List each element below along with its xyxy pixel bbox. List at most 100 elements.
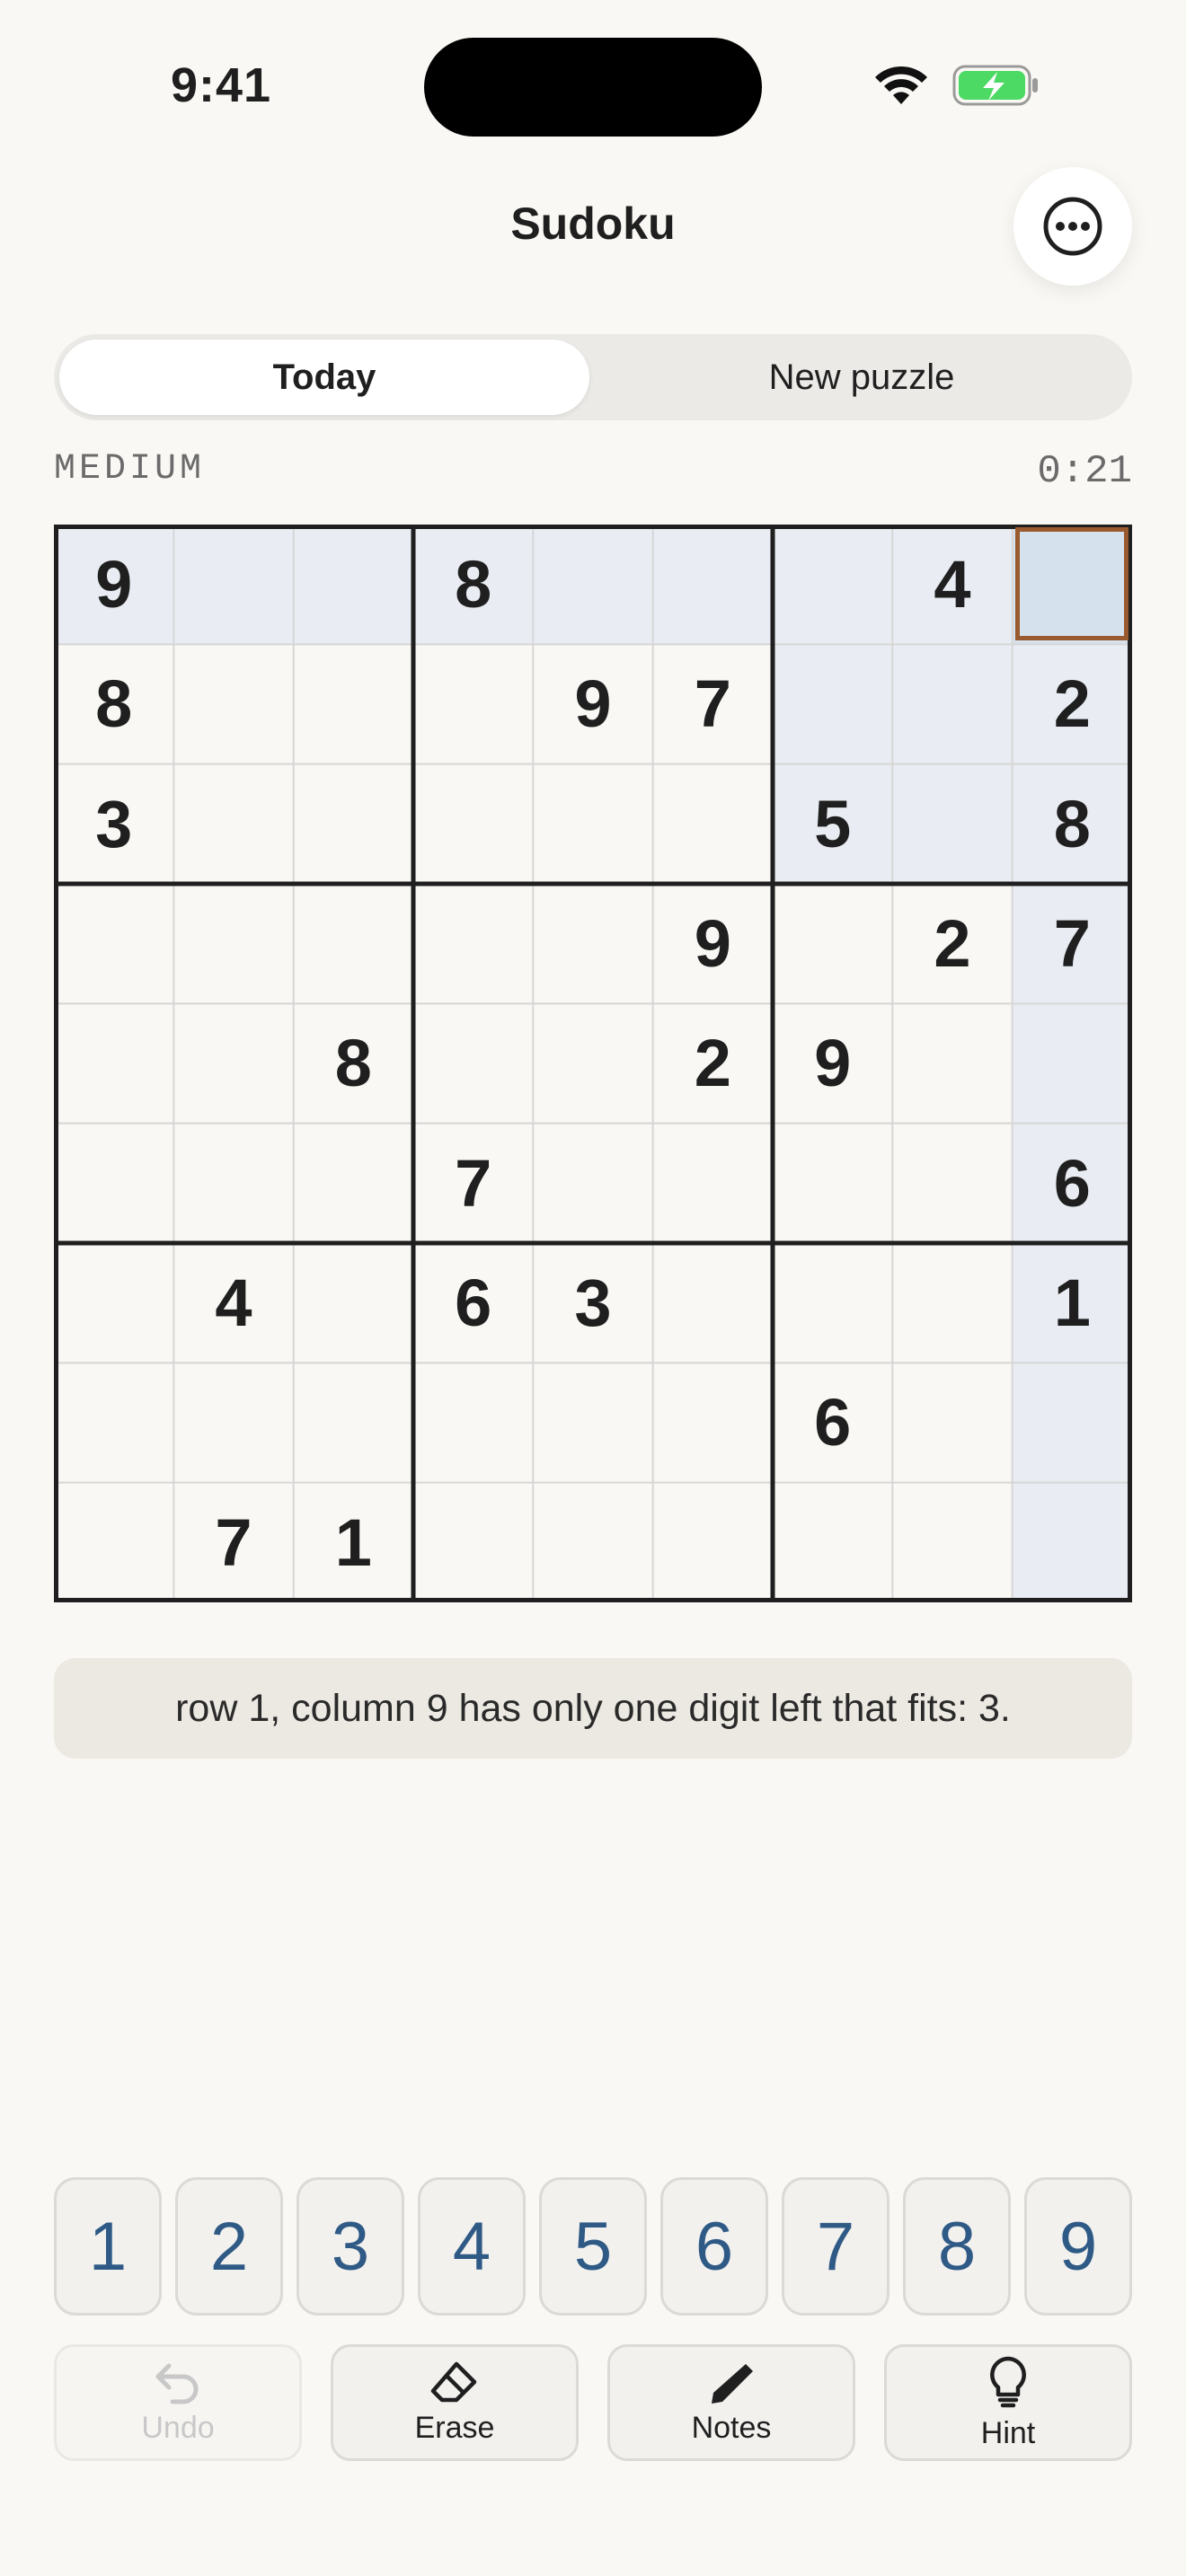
board-cell-r5c9[interactable] [1012, 1003, 1132, 1124]
hint-button[interactable]: Hint [884, 2344, 1132, 2461]
board-cell-r6c4[interactable]: 7 [413, 1124, 533, 1243]
board-cell-r7c8[interactable] [892, 1243, 1012, 1363]
board-cell-r7c2[interactable]: 4 [173, 1243, 293, 1363]
board-cell-r9c9[interactable] [1012, 1482, 1132, 1602]
board-cell-r7c4[interactable]: 6 [413, 1243, 533, 1363]
board-cell-r5c1[interactable] [54, 1003, 173, 1123]
board-cell-r5c6[interactable]: 2 [653, 1003, 773, 1123]
board-cell-r6c9[interactable]: 6 [1012, 1123, 1132, 1243]
numpad-button-7[interactable]: 7 [782, 2177, 890, 2316]
board-cell-r5c5[interactable] [533, 1003, 652, 1123]
board-cell-r8c8[interactable] [892, 1363, 1012, 1482]
board-cell-r4c9[interactable]: 7 [1012, 884, 1132, 1004]
board-cell-r6c5[interactable] [533, 1124, 652, 1243]
board-cell-r8c1[interactable] [54, 1363, 173, 1482]
board-cell-r2c1[interactable]: 8 [54, 644, 173, 763]
board-cell-r4c1[interactable] [54, 884, 173, 1003]
board-cell-r9c3[interactable]: 1 [294, 1483, 413, 1602]
board-cell-r5c2[interactable] [173, 1003, 293, 1123]
lightbulb-icon [990, 2356, 1026, 2407]
numpad-button-2[interactable]: 2 [175, 2177, 283, 2316]
tab-today[interactable]: Today [59, 340, 589, 415]
board-cell-r1c5[interactable] [533, 525, 653, 645]
board-cell-r4c6[interactable]: 9 [653, 884, 773, 1003]
board-cell-r7c6[interactable] [653, 1243, 773, 1363]
notes-button[interactable]: Notes [607, 2344, 855, 2461]
board-cell-r8c7[interactable]: 6 [773, 1363, 892, 1482]
board-cell-r3c7[interactable]: 5 [773, 763, 893, 884]
board-cell-r1c7[interactable] [773, 525, 893, 645]
board-cell-r1c4[interactable]: 8 [413, 525, 534, 645]
board-cell-r5c7[interactable]: 9 [773, 1003, 892, 1123]
board-cell-r9c6[interactable] [653, 1483, 773, 1602]
board-cell-r1c1[interactable]: 9 [54, 525, 174, 645]
board-cell-r3c3[interactable] [294, 764, 413, 884]
numpad-button-3[interactable]: 3 [296, 2177, 404, 2316]
board-cell-r2c6[interactable]: 7 [653, 644, 773, 763]
board-cell-r2c9[interactable]: 2 [1012, 644, 1132, 764]
board-cell-r5c4[interactable] [413, 1003, 533, 1123]
board-cell-r8c4[interactable] [413, 1363, 533, 1482]
board-cell-r1c9[interactable] [1012, 525, 1132, 645]
board-cell-r3c9[interactable]: 8 [1012, 763, 1132, 884]
board-cell-r2c3[interactable] [294, 644, 413, 763]
numpad-button-9[interactable]: 9 [1024, 2177, 1132, 2316]
board-cell-r1c3[interactable] [293, 525, 413, 645]
status-time: 9:41 [171, 58, 272, 112]
tab-new-puzzle[interactable]: New puzzle [597, 340, 1127, 415]
board-cell-r8c2[interactable] [173, 1363, 293, 1482]
numpad-button-5[interactable]: 5 [539, 2177, 647, 2316]
board-cell-r9c8[interactable] [892, 1483, 1012, 1602]
hint-label: Hint [980, 2415, 1036, 2450]
board-cell-r3c1[interactable]: 3 [54, 764, 173, 884]
board-cell-r6c1[interactable] [54, 1124, 173, 1243]
board-cell-r6c6[interactable] [653, 1124, 773, 1243]
board-cell-r8c3[interactable] [294, 1363, 413, 1482]
board-cell-r3c4[interactable] [413, 764, 533, 884]
board-cell-r7c9[interactable]: 1 [1012, 1243, 1132, 1363]
board-cell-r3c5[interactable] [533, 764, 652, 884]
board-cell-r6c3[interactable] [294, 1124, 413, 1243]
board-cell-r5c8[interactable] [892, 1003, 1012, 1123]
board-cell-r6c8[interactable] [892, 1124, 1012, 1243]
numpad-button-4[interactable]: 4 [418, 2177, 526, 2316]
numpad-button-1[interactable]: 1 [54, 2177, 162, 2316]
erase-button[interactable]: Erase [331, 2344, 579, 2461]
board-cell-r2c8[interactable] [892, 644, 1013, 764]
board-cell-r3c6[interactable] [653, 764, 773, 884]
board-cell-r4c8[interactable]: 2 [892, 884, 1012, 1003]
board-cell-r3c2[interactable] [173, 764, 293, 884]
board-cell-r4c2[interactable] [173, 884, 293, 1003]
board-cell-r9c4[interactable] [413, 1483, 533, 1602]
board-cell-r4c7[interactable] [773, 884, 892, 1003]
board-cell-r2c2[interactable] [173, 644, 293, 763]
board-cell-r9c1[interactable] [54, 1483, 173, 1602]
board-cell-r1c8[interactable]: 4 [892, 525, 1013, 645]
board-cell-r9c5[interactable] [533, 1483, 652, 1602]
board-cell-r4c5[interactable] [533, 884, 652, 1003]
undo-button[interactable]: Undo [54, 2344, 302, 2461]
board-cell-r8c5[interactable] [533, 1363, 652, 1482]
board-cell-r7c5[interactable]: 3 [533, 1243, 652, 1363]
board-cell-r8c9[interactable] [1012, 1363, 1132, 1483]
numpad-button-8[interactable]: 8 [903, 2177, 1011, 2316]
board-cell-r8c6[interactable] [653, 1363, 773, 1482]
board-cell-r5c3[interactable]: 8 [294, 1003, 413, 1123]
board-cell-r2c4[interactable] [413, 644, 533, 763]
board-cell-r7c7[interactable] [773, 1243, 892, 1363]
board-cell-r4c3[interactable] [294, 884, 413, 1003]
more-options-button[interactable] [1013, 167, 1132, 286]
board-cell-r7c1[interactable] [54, 1243, 173, 1363]
board-cell-r1c2[interactable] [173, 525, 294, 645]
board-cell-r6c7[interactable] [773, 1124, 892, 1243]
board-cell-r1c6[interactable] [652, 525, 773, 645]
board-cell-r4c4[interactable] [413, 884, 533, 1003]
board-cell-r9c7[interactable] [773, 1483, 892, 1602]
board-cell-r9c2[interactable]: 7 [173, 1483, 293, 1602]
board-cell-r6c2[interactable] [173, 1124, 293, 1243]
board-cell-r2c5[interactable]: 9 [533, 644, 652, 763]
board-cell-r2c7[interactable] [773, 644, 893, 764]
board-cell-r3c8[interactable] [892, 763, 1013, 884]
numpad-button-6[interactable]: 6 [660, 2177, 768, 2316]
board-cell-r7c3[interactable] [294, 1243, 413, 1363]
